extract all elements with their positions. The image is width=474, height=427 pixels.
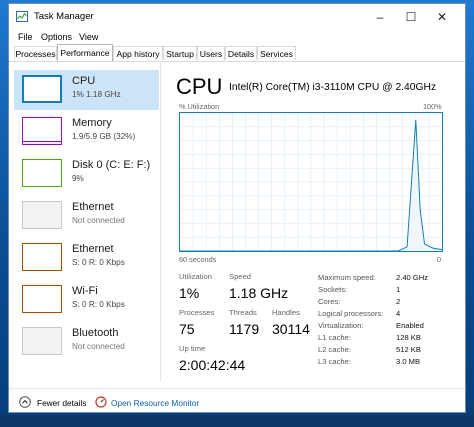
cpu-thumbnail bbox=[22, 75, 62, 103]
sidebar-item-sub: Not connected bbox=[72, 216, 125, 225]
sidebar-item-disk[interactable]: Disk 0 (C: E: F:) 9% bbox=[14, 154, 159, 194]
detail-cores-label: Cores: bbox=[318, 297, 341, 306]
detail-l3-cache-label: L3 cache: bbox=[318, 357, 351, 366]
task-manager-icon bbox=[16, 11, 28, 22]
tab-performance[interactable]: Performance bbox=[57, 44, 113, 61]
tab-startup[interactable]: Startup bbox=[163, 46, 197, 60]
x-axis-end: 0 bbox=[437, 255, 442, 264]
threads-label: Threads bbox=[229, 308, 257, 317]
tab-services[interactable]: Services bbox=[257, 46, 296, 60]
bluetooth-thumbnail bbox=[22, 327, 62, 355]
speed-value: 1.18 GHz bbox=[229, 285, 289, 301]
detail-sockets-label: Sockets: bbox=[318, 285, 348, 294]
sidebar-item-ethernet-2[interactable]: Ethernet S: 0 R: 0 Kbps bbox=[14, 238, 159, 278]
ethernet-thumbnail bbox=[22, 201, 62, 229]
detail-virtualization-value: Enabled bbox=[396, 321, 424, 330]
menu-bar: File Options View bbox=[9, 30, 465, 45]
disk-thumbnail bbox=[22, 159, 62, 187]
detail-l2-cache-value: 512 KB bbox=[396, 345, 421, 354]
wifi-thumbnail bbox=[22, 285, 62, 313]
tab-app-history[interactable]: App history bbox=[113, 46, 163, 60]
sidebar-item-sub: S: 0 R: 0 Kbps bbox=[72, 258, 125, 267]
maximize-button[interactable]: ☐ bbox=[396, 4, 426, 30]
detail-max-speed-label: Maximum speed: bbox=[318, 273, 376, 282]
tab-users[interactable]: Users bbox=[197, 46, 225, 60]
detail-l1-cache-value: 128 KB bbox=[396, 333, 421, 342]
utilization-value: 1% bbox=[179, 285, 200, 301]
tab-bar: Processes Performance App history Startu… bbox=[9, 44, 465, 62]
resource-monitor-icon bbox=[95, 396, 107, 408]
resource-sidebar: CPU 1% 1.18 GHz Memory 1.9/5.9 GB (32%) … bbox=[9, 62, 159, 362]
footer-bar: Fewer details Open Resource Monitor bbox=[9, 388, 465, 413]
window-title: Task Manager bbox=[34, 11, 94, 22]
memory-thumbnail bbox=[22, 117, 62, 145]
detail-logical-processors-label: Logical processors: bbox=[318, 309, 384, 318]
title-bar[interactable]: Task Manager – ☐ ✕ bbox=[9, 4, 465, 30]
taskbar bbox=[0, 415, 474, 427]
sidebar-item-sub: Not connected bbox=[72, 342, 125, 351]
sidebar-item-title: CPU bbox=[72, 75, 96, 87]
utilization-label: Utilization bbox=[179, 272, 212, 281]
cpu-detail-panel: CPU Intel(R) Core(TM) i3-3110M CPU @ 2.4… bbox=[169, 64, 459, 384]
detail-logical-processors-value: 4 bbox=[396, 309, 401, 318]
detail-virtualization-label: Virtualization: bbox=[318, 321, 364, 330]
cpu-utilization-graph bbox=[179, 112, 443, 252]
tab-processes[interactable]: Processes bbox=[14, 46, 57, 60]
task-manager-window: Task Manager – ☐ ✕ File Options View Pro… bbox=[8, 3, 466, 413]
fewer-details-button[interactable]: Fewer details bbox=[37, 398, 86, 408]
detail-cores-value: 2 bbox=[396, 297, 401, 306]
detail-l1-cache-label: L1 cache: bbox=[318, 333, 351, 342]
speed-label: Speed bbox=[229, 272, 251, 281]
y-axis-max: 100% bbox=[423, 102, 442, 111]
detail-l2-cache-label: L2 cache: bbox=[318, 345, 351, 354]
page-title: CPU bbox=[176, 74, 223, 99]
menu-options[interactable]: Options bbox=[41, 32, 72, 42]
sidebar-item-memory[interactable]: Memory 1.9/5.9 GB (32%) bbox=[14, 112, 159, 152]
detail-sockets-value: 1 bbox=[396, 285, 401, 294]
processes-label: Processes bbox=[179, 308, 215, 317]
detail-max-speed-value: 2.40 GHz bbox=[396, 273, 429, 282]
menu-file[interactable]: File bbox=[18, 32, 33, 42]
sidebar-divider bbox=[160, 62, 161, 382]
threads-value: 1179 bbox=[229, 321, 260, 337]
handles-value: 30114 bbox=[272, 321, 310, 337]
sidebar-item-ethernet-1[interactable]: Ethernet Not connected bbox=[14, 196, 159, 236]
uptime-value: 2:00:42:44 bbox=[179, 357, 246, 373]
sidebar-item-title: Disk 0 (C: E: F:) bbox=[72, 159, 151, 171]
uptime-label: Up time bbox=[179, 344, 206, 353]
menu-view[interactable]: View bbox=[79, 32, 98, 42]
tab-details[interactable]: Details bbox=[225, 46, 257, 60]
sidebar-item-title: Ethernet bbox=[72, 243, 114, 255]
minimize-button[interactable]: – bbox=[365, 4, 395, 30]
sidebar-item-title: Bluetooth bbox=[72, 327, 119, 339]
sidebar-item-wifi[interactable]: Wi-Fi S: 0 R: 0 Kbps bbox=[14, 280, 159, 320]
cpu-model-name: Intel(R) Core(TM) i3-3110M CPU @ 2.40GHz bbox=[229, 82, 437, 93]
sidebar-item-title: Ethernet bbox=[72, 201, 114, 213]
sidebar-item-cpu[interactable]: CPU 1% 1.18 GHz bbox=[14, 70, 159, 110]
y-axis-label: % Utilization bbox=[179, 102, 220, 111]
sidebar-item-sub: 1.9/5.9 GB (32%) bbox=[72, 132, 136, 141]
handles-label: Handles bbox=[272, 308, 300, 317]
sidebar-item-sub: 1% 1.18 GHz bbox=[72, 90, 121, 99]
sidebar-item-sub: 9% bbox=[72, 174, 84, 183]
open-resource-monitor-link[interactable]: Open Resource Monitor bbox=[111, 398, 199, 408]
processes-value: 75 bbox=[179, 321, 195, 337]
sidebar-item-bluetooth[interactable]: Bluetooth Not connected bbox=[14, 322, 159, 362]
sidebar-item-title: Wi-Fi bbox=[72, 285, 98, 297]
chevron-up-icon[interactable] bbox=[19, 396, 31, 408]
sidebar-item-sub: S: 0 R: 0 Kbps bbox=[72, 300, 125, 309]
sidebar-item-title: Memory bbox=[72, 117, 112, 129]
x-axis-label: 60 seconds bbox=[179, 255, 217, 264]
close-button[interactable]: ✕ bbox=[427, 4, 457, 30]
detail-l3-cache-value: 3.0 MB bbox=[396, 357, 421, 366]
ethernet-thumbnail bbox=[22, 243, 62, 271]
